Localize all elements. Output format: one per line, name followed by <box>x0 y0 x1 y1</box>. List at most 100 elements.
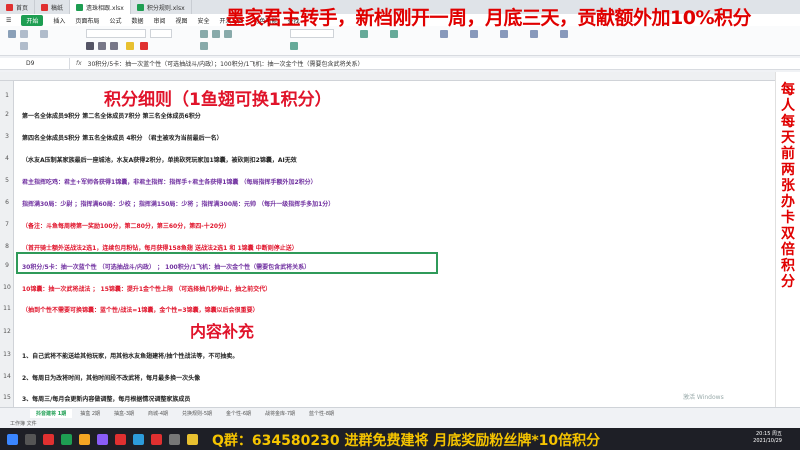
menu-item-view[interactable]: 视图 <box>175 16 187 25</box>
font-color-icon[interactable] <box>140 42 148 50</box>
sheet-tab[interactable]: 抽盒-3期 <box>108 409 140 418</box>
percent-icon[interactable] <box>290 42 298 50</box>
row-number[interactable]: 11 <box>0 305 14 312</box>
align-center-icon[interactable] <box>212 30 220 38</box>
cell-line[interactable]: （水友A压制某家族最后一座城池，水友A获得2积分，单挑砍死玩家加1锦囊，被砍则扣… <box>22 155 297 164</box>
ribbon-toolbar <box>0 26 800 56</box>
align-right-icon[interactable] <box>224 30 232 38</box>
menu-item-formula[interactable]: 公式 <box>109 16 121 25</box>
row-number[interactable]: 2 <box>0 111 14 118</box>
cell-line[interactable]: 2、每周日为改将时间，其他时间段不改武将，每月最多换一次头像 <box>22 373 200 382</box>
menu-item-file[interactable]: ☰ <box>6 17 11 24</box>
app-icon[interactable] <box>151 433 162 445</box>
fill-color-icon[interactable] <box>126 42 134 50</box>
menu-item-data[interactable]: 数据 <box>131 16 143 25</box>
copy-icon[interactable] <box>20 42 28 50</box>
sheet-tab[interactable]: 金个性-6期 <box>220 409 257 418</box>
cell-line[interactable]: 第四名全体成员5积分 第五名全体成员 4积分 （君主被攻为当前最后一名） <box>22 133 223 142</box>
cell-line[interactable]: （抽到个性不需要可换锦囊：蓝个性/战法=1锦囊，金个性=3锦囊，锦囊以后会很重要… <box>22 305 259 314</box>
sort-icon[interactable] <box>500 30 508 38</box>
row-number[interactable]: 7 <box>0 221 14 228</box>
row-number[interactable]: 8 <box>0 243 14 250</box>
align-left-icon[interactable] <box>200 30 208 38</box>
cell-line[interactable]: 3、每周三/每月会更新内容做调整，每月根据情况调整家族成员 <box>22 394 190 403</box>
clock-time: 20:15 周五 <box>756 431 782 437</box>
sheet-tab[interactable]: 抖音建将 1期 <box>30 409 73 418</box>
row-header: 1 2 3 4 5 6 7 8 9 10 11 12 13 14 15 <box>0 81 14 407</box>
sheet-tab[interactable]: 商城-4期 <box>142 409 174 418</box>
row-number[interactable]: 15 <box>0 394 14 401</box>
menu-item-home[interactable]: 开始 <box>21 14 44 26</box>
cell-line[interactable]: 1、自己武将不能送给其他玩家，用其他水友鱼翅建将/抽个性战法等，不可抽卖。 <box>22 351 238 360</box>
row-number[interactable]: 10 <box>0 284 14 291</box>
menu-item-review[interactable]: 审阅 <box>153 16 165 25</box>
app-tab-home[interactable]: 首页 <box>0 0 36 14</box>
wps-logo-icon <box>6 3 13 11</box>
rows-columns-icon[interactable] <box>560 30 568 38</box>
row-number[interactable]: 3 <box>0 133 14 140</box>
cell-line[interactable]: （备注：斗鱼每周榜第一奖励100分，第二80分，第三60分，第四-十20分） <box>22 221 230 230</box>
sheet-tab[interactable]: 蓝个性-8期 <box>303 409 340 418</box>
app-icon[interactable] <box>79 433 90 445</box>
system-clock[interactable]: 20:15 周五 2021/10/29 <box>753 431 782 445</box>
document-icon <box>41 3 49 11</box>
search-icon[interactable] <box>25 433 36 445</box>
cell-line[interactable]: 第一名全体成员9积分 第二名全体成员7积分 第三名全体成员6积分 <box>22 111 201 120</box>
cell-line[interactable]: 君主指挥吃鸡：君主+军师各获得1锦囊，非君主指挥：指挥手+君主各获得1锦囊 （每… <box>22 177 317 186</box>
formula-input[interactable]: 30积分/5卡：抽一次蓝个性（可选抽战斗/内政）；100积分/1飞机：抽一次金个… <box>88 59 364 68</box>
name-box[interactable]: D9 <box>0 57 70 70</box>
status-bar: 工作簿 文件 <box>0 419 800 428</box>
app-tab-sheet1[interactable]: 遗珠相跟.xlsx <box>70 0 131 14</box>
menu-item-insert[interactable]: 插入 <box>53 16 65 25</box>
italic-icon[interactable] <box>98 42 106 50</box>
cell-line[interactable]: 10锦囊：抽一次武将战法 ； 15锦囊：提升1金个性上限 （可选择抽几秒伸止，抽… <box>22 284 271 293</box>
app-tab-docs[interactable]: 稿纸 <box>35 0 71 14</box>
fx-icon[interactable]: fx <box>70 60 88 67</box>
cut-icon[interactable] <box>20 30 28 38</box>
bold-icon[interactable] <box>86 42 94 50</box>
menu-item-security[interactable]: 安全 <box>198 16 210 25</box>
conditional-format-icon[interactable] <box>360 30 368 38</box>
app-icon[interactable] <box>115 433 126 445</box>
section-title: 内容补充 <box>190 322 255 341</box>
app-icon[interactable] <box>133 433 144 445</box>
row-number[interactable]: 1 <box>0 92 14 99</box>
font-size-select[interactable] <box>150 29 172 38</box>
sum-icon[interactable] <box>440 30 448 38</box>
font-family-select[interactable] <box>86 29 146 38</box>
merge-icon[interactable] <box>200 42 208 50</box>
row-number[interactable]: 5 <box>0 177 14 184</box>
app-icon[interactable] <box>169 433 180 445</box>
app-icon[interactable] <box>43 433 54 445</box>
fill-icon[interactable] <box>530 30 538 38</box>
row-number[interactable]: 4 <box>0 155 14 162</box>
paste-icon[interactable] <box>8 30 16 38</box>
table-style-icon[interactable] <box>390 30 398 38</box>
app-icon[interactable] <box>187 433 198 445</box>
app-icon[interactable] <box>61 433 72 445</box>
app-tab-sheet2[interactable]: 积分规则.xlsx <box>131 0 192 14</box>
row-number[interactable]: 14 <box>0 373 14 380</box>
spreadsheet-grid[interactable]: 第一名全体成员9积分 第二名全体成员7积分 第三名全体成员6积分 第四名全体成员… <box>14 81 775 407</box>
sheet-tab[interactable]: 战将金库-7期 <box>259 409 301 418</box>
cell-line[interactable]: 指挥满30局：少尉 ；指挥满60局：少校 ；指挥满150局：少将 ；指挥满300… <box>22 199 334 208</box>
start-icon[interactable] <box>7 433 18 445</box>
filter-icon[interactable] <box>470 30 478 38</box>
menu-item-layout[interactable]: 页面布局 <box>75 16 99 25</box>
row-number[interactable]: 13 <box>0 351 14 358</box>
number-format-select[interactable] <box>290 29 334 38</box>
sheet-tab[interactable]: 抽盒 2期 <box>74 409 106 418</box>
clock-date: 2021/10/29 <box>753 438 782 444</box>
row-number[interactable]: 6 <box>0 199 14 206</box>
row-number[interactable]: 9 <box>0 262 14 269</box>
cell-line[interactable]: （首开骑士额外送战法2选1，连续包月粉钻，每月获得158鱼翅 送战法2选1 和 … <box>22 243 298 252</box>
spreadsheet-icon <box>136 3 144 11</box>
sheet-tab[interactable]: 兑换规则-5期 <box>176 409 218 418</box>
format-painter-icon[interactable] <box>40 30 48 38</box>
formula-bar: D9 fx 30积分/5卡：抽一次蓝个性（可选抽战斗/内政）；100积分/1飞机… <box>0 57 800 70</box>
sheet-tab-bar: 抖音建将 1期 抽盒 2期 抽盒-3期 商城-4期 兑换规则-5期 金个性-6期… <box>0 407 800 419</box>
app-icon[interactable] <box>97 433 108 445</box>
top-overlay-banner: 墨家君主转手，新档刚开一周，月底三天，贡献额外加10%积分 <box>226 7 751 29</box>
underline-icon[interactable] <box>110 42 118 50</box>
row-number[interactable]: 12 <box>0 328 14 335</box>
